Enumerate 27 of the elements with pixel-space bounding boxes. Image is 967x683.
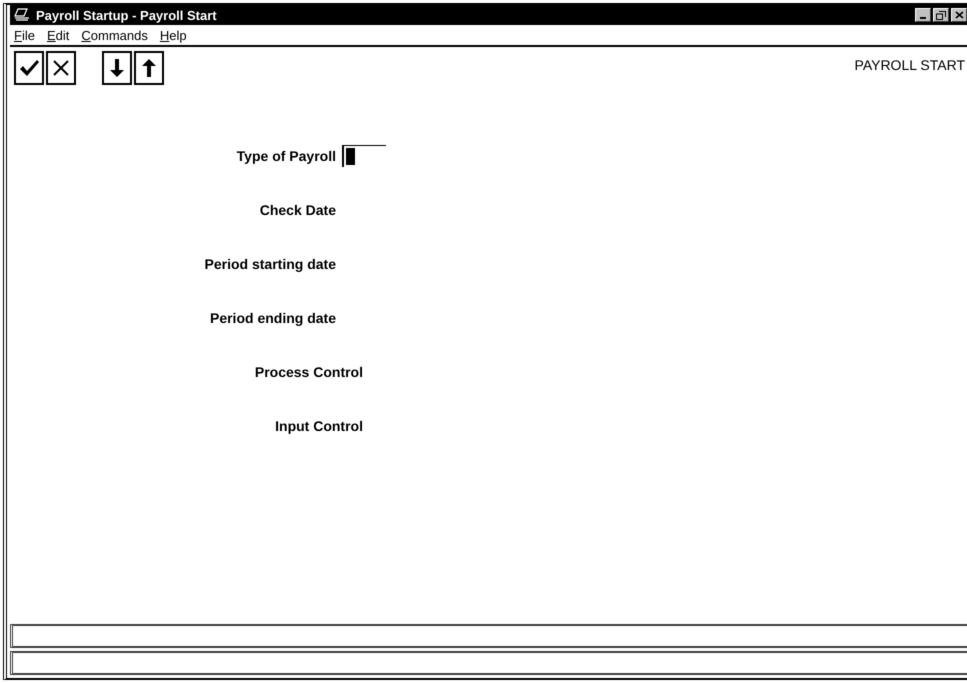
restore-button[interactable] — [933, 8, 949, 22]
screen-title: PAYROLL START — [854, 56, 966, 73]
ok-button[interactable] — [14, 51, 44, 85]
down-arrow-icon — [109, 58, 125, 78]
close-icon — [51, 58, 71, 78]
field-label: Period ending date — [208, 310, 336, 326]
cancel-button[interactable] — [46, 51, 76, 85]
menu-item[interactable]: Commands — [81, 28, 148, 42]
up-arrow-icon — [141, 58, 157, 78]
field-label: Process Control — [254, 364, 363, 380]
close-button[interactable] — [951, 8, 967, 22]
checkmark-icon — [18, 58, 40, 78]
close-icon — [954, 11, 964, 19]
input-field[interactable] — [342, 145, 386, 167]
next-button[interactable] — [102, 51, 132, 85]
menu-item[interactable]: Help — [160, 28, 187, 42]
minimize-button[interactable] — [915, 8, 931, 22]
printer-icon — [14, 8, 30, 22]
window-title: Payroll Startup - Payroll Start — [36, 8, 217, 22]
previous-button[interactable] — [134, 51, 164, 85]
restore-icon — [936, 10, 946, 20]
field-label: Period starting date — [204, 256, 336, 272]
field-label: Check Date — [258, 202, 336, 218]
menu-item[interactable]: File — [14, 28, 35, 42]
field-label: Type of Payroll — [236, 148, 336, 164]
field-label: Input Control — [274, 418, 363, 434]
menu-item[interactable]: Edit — [46, 28, 70, 42]
